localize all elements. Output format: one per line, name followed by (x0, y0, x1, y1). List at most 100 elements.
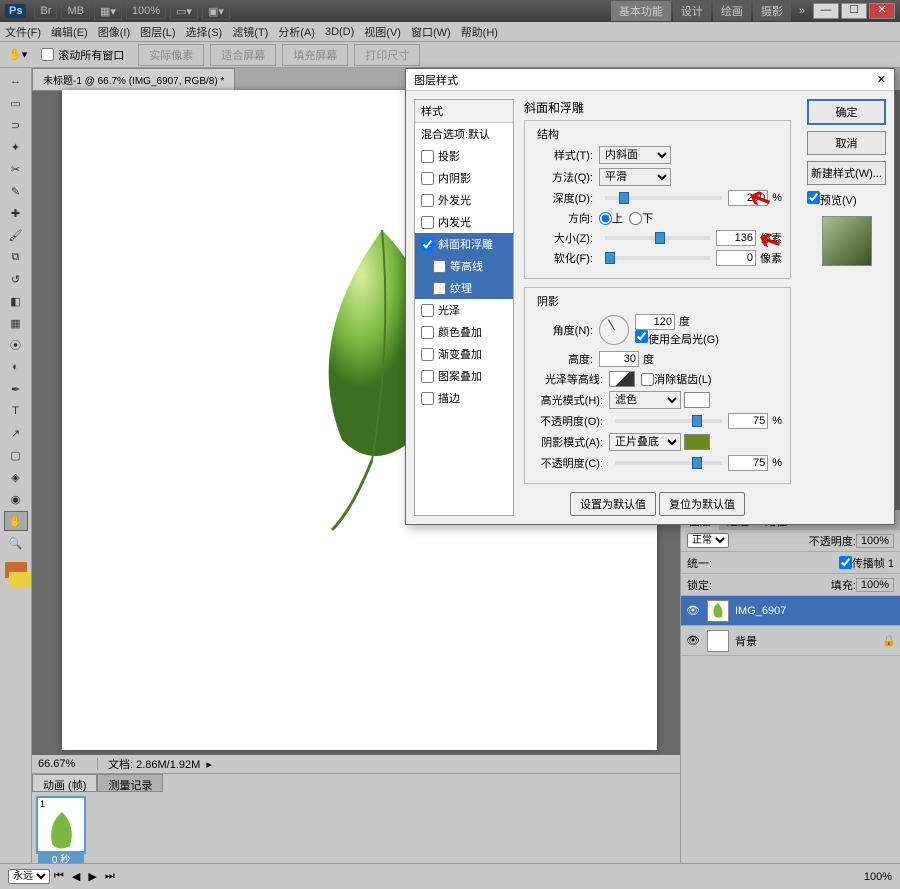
shadow-color[interactable] (684, 434, 710, 450)
screen-icon[interactable]: ▣▾ (202, 3, 230, 20)
highlight-color[interactable] (684, 392, 710, 408)
depth-slider[interactable] (605, 196, 722, 200)
type-tool-icon[interactable]: T (4, 401, 28, 421)
menu-image[interactable]: 图像(I) (98, 24, 130, 40)
dir-up-radio[interactable] (599, 212, 612, 225)
menu-3d[interactable]: 3D(D) (325, 26, 354, 38)
menu-layer[interactable]: 图层(L) (140, 24, 175, 40)
workspace-essentials[interactable]: 基本功能 (611, 1, 671, 21)
menu-edit[interactable]: 编辑(E) (51, 24, 88, 40)
minibridge-icon[interactable]: MB (61, 3, 90, 19)
fill-value[interactable]: 100% (856, 578, 894, 592)
menu-filter[interactable]: 滤镜(T) (232, 24, 268, 40)
menu-analysis[interactable]: 分析(A) (278, 24, 315, 40)
actual-pixels-button[interactable]: 实际像素 (138, 44, 204, 66)
more-icon[interactable]: » (799, 5, 805, 17)
brush-tool-icon[interactable]: 🖌 (4, 225, 28, 245)
eraser-tool-icon[interactable]: ◧ (4, 291, 28, 311)
dialog-close-icon[interactable]: ✕ (877, 73, 886, 86)
fill-screen-button[interactable]: 填充屏幕 (282, 44, 348, 66)
highlight-mode-select[interactable]: 滤色 (609, 391, 681, 409)
soften-slider[interactable] (605, 256, 710, 260)
style-header[interactable]: 样式 (415, 100, 513, 123)
menu-select[interactable]: 选择(S) (186, 24, 223, 40)
new-style-button[interactable]: 新建样式(W)... (807, 161, 886, 185)
close-button[interactable]: ✕ (869, 3, 895, 19)
heal-tool-icon[interactable]: ✚ (4, 203, 28, 223)
document-tab[interactable]: 未标题-1 @ 66.7% (IMG_6907, RGB/8) * (32, 68, 235, 91)
bridge-icon[interactable]: Br (34, 3, 57, 19)
status-arrow-icon[interactable]: ▸ (206, 758, 212, 771)
history-brush-icon[interactable]: ↺ (4, 269, 28, 289)
dodge-tool-icon[interactable]: ◐ (4, 357, 28, 377)
lasso-tool-icon[interactable]: ⊃ (4, 115, 28, 135)
play-icon[interactable]: ▶ (88, 870, 96, 883)
crop-tool-icon[interactable]: ✂ (4, 159, 28, 179)
propagate-checkbox[interactable] (839, 556, 852, 569)
prev-icon[interactable]: ◀ (72, 870, 80, 883)
highlight-opacity-input[interactable] (728, 413, 768, 429)
menu-view[interactable]: 视图(V) (364, 24, 401, 40)
measurement-tab[interactable]: 测量记录 (97, 774, 163, 792)
pen-tool-icon[interactable]: ✒ (4, 379, 28, 399)
shadow-mode-select[interactable]: 正片叠底 (609, 433, 681, 451)
blur-tool-icon[interactable]: ⦿ (4, 335, 28, 355)
blend-mode-select[interactable]: 正常 (687, 533, 729, 548)
altitude-input[interactable] (599, 351, 639, 367)
preview-checkbox[interactable] (807, 191, 820, 204)
stamp-tool-icon[interactable]: ⧉ (4, 247, 28, 267)
angle-input[interactable] (635, 314, 675, 330)
menu-file[interactable]: 文件(F) (5, 24, 41, 40)
minimize-button[interactable]: — (813, 3, 839, 19)
visibility-icon[interactable]: 👁 (685, 604, 701, 617)
visibility-icon[interactable]: 👁 (685, 634, 701, 647)
shadow-opacity-input[interactable] (728, 455, 768, 471)
print-size-button[interactable]: 打印尺寸 (354, 44, 420, 66)
animation-frame[interactable]: 1 0 秒 (36, 796, 86, 854)
cancel-button[interactable]: 取消 (807, 131, 886, 155)
3d-camera-icon[interactable]: ◉ (4, 489, 28, 509)
layer-row-2[interactable]: 👁 背景 🔒 (681, 626, 900, 656)
rewind-icon[interactable]: ⏮ (54, 870, 64, 883)
soften-input[interactable] (716, 250, 756, 266)
scroll-all-checkbox[interactable] (41, 48, 54, 61)
technique-select[interactable]: 平滑 (599, 168, 671, 186)
move-tool-icon[interactable]: ↔ (4, 71, 28, 91)
highlight-opacity-slider[interactable] (615, 419, 722, 423)
gloss-contour[interactable] (609, 371, 635, 387)
size-slider[interactable] (605, 236, 710, 240)
shape-tool-icon[interactable]: ▢ (4, 445, 28, 465)
zoom-tool-icon[interactable]: 🔍 (4, 533, 28, 553)
shadow-opacity-slider[interactable] (615, 461, 722, 465)
size-input[interactable] (716, 230, 756, 246)
blend-options[interactable]: 混合选项:默认 (415, 123, 513, 145)
3d-tool-icon[interactable]: ◈ (4, 467, 28, 487)
menu-help[interactable]: 帮助(H) (461, 24, 498, 40)
wand-tool-icon[interactable]: ✦ (4, 137, 28, 157)
opacity-value[interactable]: 100% (856, 534, 894, 548)
path-tool-icon[interactable]: ↗ (4, 423, 28, 443)
antialias-checkbox[interactable] (641, 373, 654, 386)
hand-tool-icon[interactable]: ✋ (4, 511, 28, 531)
arrange-icon[interactable]: ▭▾ (170, 3, 198, 20)
ok-button[interactable]: 确定 (807, 99, 886, 125)
status-zoom[interactable]: 66.67% (38, 758, 98, 770)
hand-tool-icon[interactable]: ✋▾ (8, 48, 27, 61)
gradient-tool-icon[interactable]: ▦ (4, 313, 28, 333)
marquee-tool-icon[interactable]: ▭ (4, 93, 28, 113)
eyedropper-tool-icon[interactable]: ✎ (4, 181, 28, 201)
layer-row-1[interactable]: 👁 IMG_6907 (681, 596, 900, 626)
bevel-style-select[interactable]: 内斜面 (599, 146, 671, 164)
dir-down-radio[interactable] (629, 212, 642, 225)
next-icon[interactable]: ⏭ (105, 870, 115, 883)
workspace-design[interactable]: 设计 (673, 1, 711, 21)
workspace-painting[interactable]: 绘画 (713, 1, 751, 21)
reset-default-button[interactable]: 复位为默认值 (659, 492, 745, 516)
workspace-photo[interactable]: 摄影 (753, 1, 791, 21)
global-light-checkbox[interactable] (635, 330, 648, 343)
loop-select[interactable]: 永远 (8, 869, 50, 884)
zoom-level[interactable]: 100% (126, 3, 166, 19)
viewmode-icon[interactable]: ▦▾ (94, 3, 122, 20)
make-default-button[interactable]: 设置为默认值 (570, 492, 656, 516)
maximize-button[interactable]: ☐ (841, 3, 867, 19)
